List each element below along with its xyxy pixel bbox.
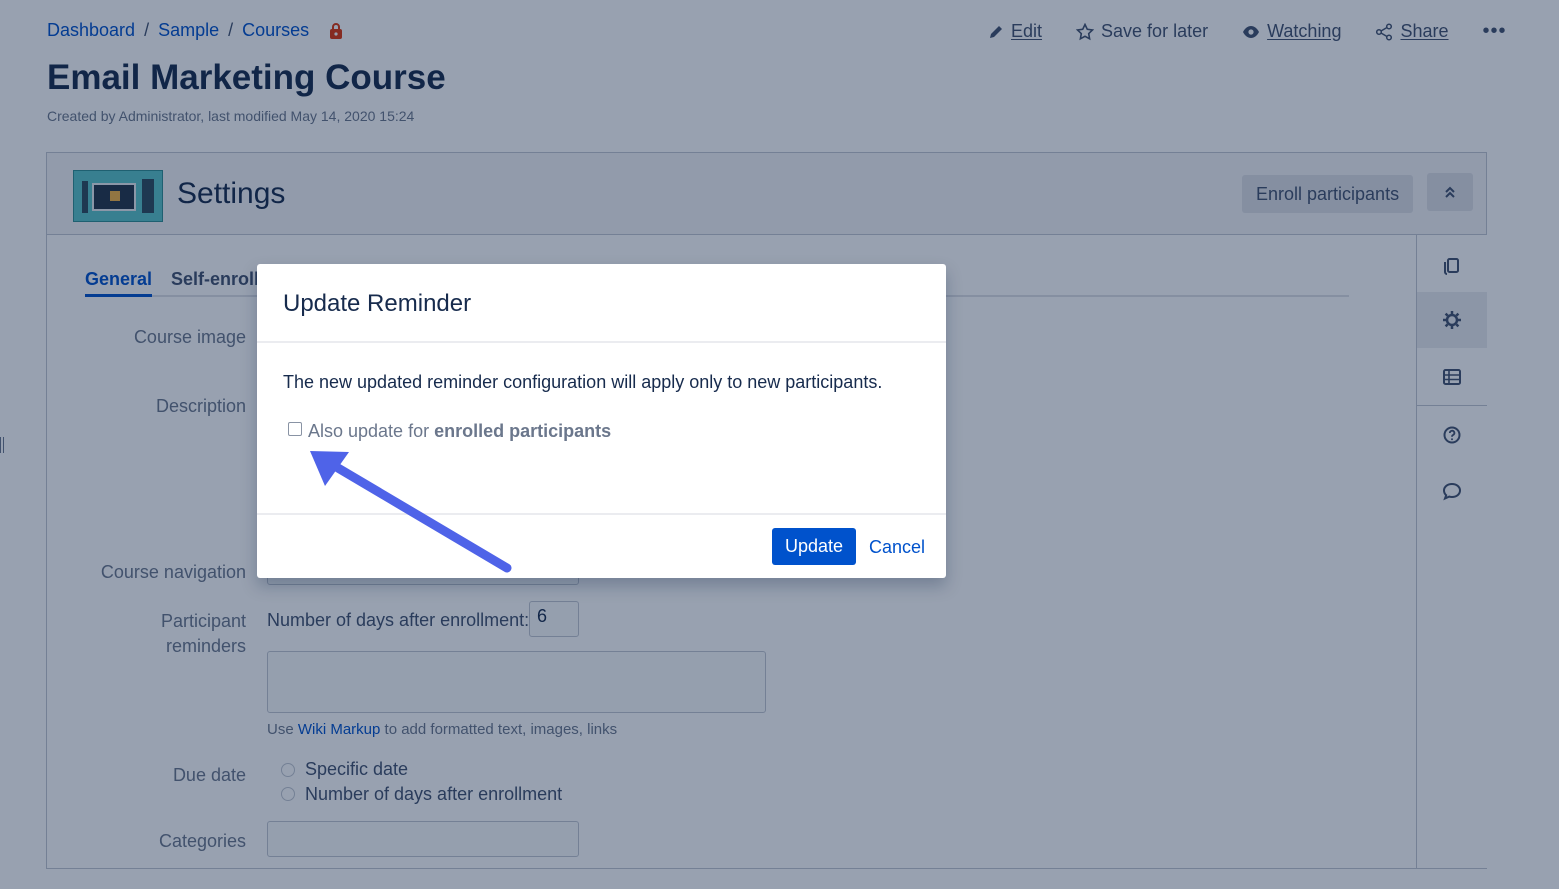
update-enrolled-checkbox[interactable] xyxy=(288,422,302,436)
dialog-message: The new updated reminder configuration w… xyxy=(283,372,883,392)
update-button[interactable]: Update xyxy=(772,528,856,565)
dialog-title: Update Reminder xyxy=(283,290,472,317)
left-resize-handle[interactable] xyxy=(0,437,4,453)
update-reminder-dialog: Update Reminder The new updated reminder… xyxy=(257,264,946,578)
page: Dashboard / Sample / Courses Edit Save f… xyxy=(0,0,1559,889)
checkbox-label-bold: enrolled participants xyxy=(434,421,612,441)
cancel-link[interactable]: Cancel xyxy=(869,537,925,558)
checkbox-label-prefix: Also update for xyxy=(308,421,435,441)
dialog-header-divider xyxy=(257,341,946,343)
dialog-footer-divider xyxy=(257,513,946,515)
update-enrolled-label[interactable]: Also update for enrolled participants xyxy=(308,421,611,442)
